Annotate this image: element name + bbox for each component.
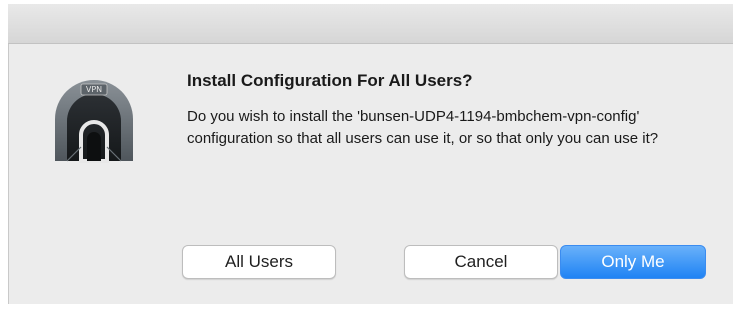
vpn-tunnel-icon: VPN bbox=[51, 77, 137, 163]
dialog-title: Install Configuration For All Users? bbox=[187, 71, 473, 90]
dialog-message: Do you wish to install the 'bunsen-UDP4-… bbox=[187, 108, 659, 147]
window-titlebar bbox=[8, 4, 733, 44]
only-me-button[interactable]: Only Me bbox=[560, 245, 706, 279]
cancel-button[interactable]: Cancel bbox=[404, 245, 558, 279]
vpn-icon-label: VPN bbox=[85, 85, 103, 94]
page: VPN Install Configuration For All Users?… bbox=[0, 0, 733, 310]
install-configuration-dialog: VPN Install Configuration For All Users?… bbox=[8, 44, 733, 304]
all-users-button[interactable]: All Users bbox=[182, 245, 336, 279]
